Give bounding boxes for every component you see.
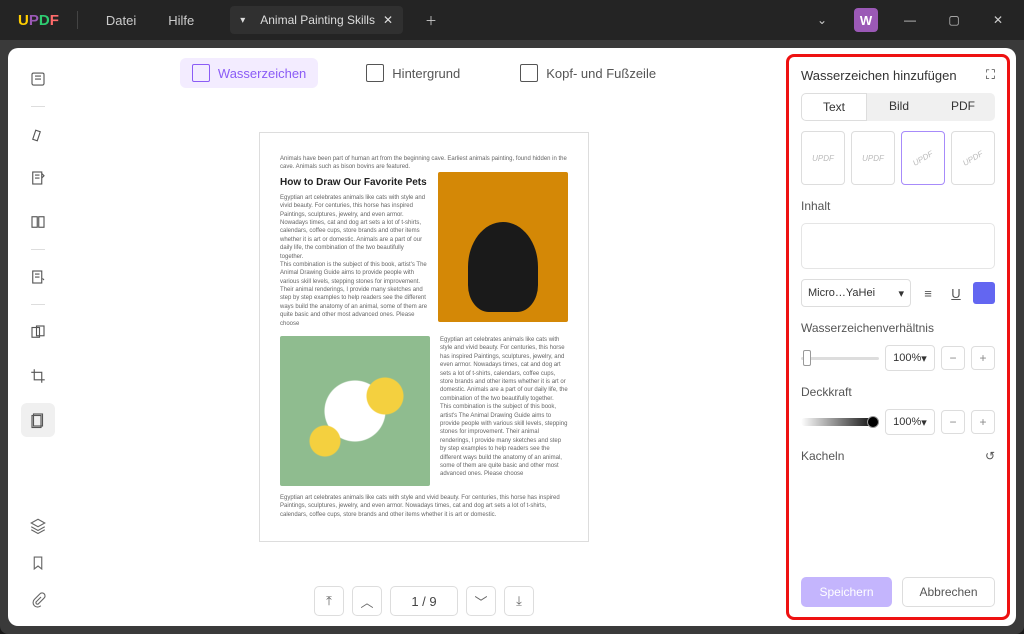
sidebar-watermark-icon[interactable] [21,403,55,437]
sidebar-organize-icon[interactable] [21,315,55,349]
align-button[interactable]: ≡ [917,282,939,304]
tab-dropdown-icon[interactable]: ▾ [240,15,252,26]
content-label: Inhalt [801,199,995,213]
window-minimize[interactable]: — [890,5,930,35]
preset-3[interactable]: UPDF [901,131,945,185]
opacity-decrease[interactable]: − [941,410,965,434]
tab-pdf[interactable]: PDF [931,93,995,121]
sidebar-form-icon[interactable] [21,260,55,294]
watermark-presets: UPDF UPDF UPDF UPDF [801,131,995,185]
preset-2[interactable]: UPDF [851,131,895,185]
chevron-down-icon[interactable]: ⌄ [802,5,842,35]
page-prev[interactable]: ︿ [352,586,382,616]
tool-header-footer[interactable]: Kopf- und Fußzeile [508,58,668,88]
underline-button[interactable]: U [945,282,967,304]
watermark-text-input[interactable] [801,223,995,269]
save-button[interactable]: Speichern [801,577,892,607]
tile-reset-icon[interactable]: ↺ [985,449,995,463]
opacity-slider[interactable] [801,418,879,426]
sidebar [8,48,68,626]
text-color-button[interactable] [973,282,995,304]
tab-title: Animal Painting Skills [260,13,375,27]
opacity-value[interactable]: 100% ▾ [885,409,935,435]
sidebar-highlight-icon[interactable] [21,117,55,151]
ratio-decrease[interactable]: − [941,346,965,370]
tool-background[interactable]: Hintergrund [354,58,472,88]
sidebar-edit-icon[interactable] [21,161,55,195]
font-select[interactable]: Micro…YaHei▾ [801,279,911,307]
page-next[interactable]: ﹀ [466,586,496,616]
page-last[interactable]: ⤓ [504,586,534,616]
page-image-flowers [280,336,430,486]
window-maximize[interactable]: ▢ [934,5,974,35]
page-navigator: ⤒ ︿ 1 / 9 ﹀ ⤓ [68,576,780,626]
preset-1[interactable]: UPDF [801,131,845,185]
app-logo: UPDF [0,12,77,29]
document-tab[interactable]: ▾ Animal Painting Skills ✕ [230,6,403,34]
menu-help[interactable]: Hilfe [152,13,210,28]
tool-watermark[interactable]: Wasserzeichen [180,58,318,88]
header-footer-icon [520,64,538,82]
opacity-increase[interactable]: + [971,410,995,434]
layers-icon[interactable] [29,517,47,540]
page-first[interactable]: ⤒ [314,586,344,616]
watermark-panel: Wasserzeichen hinzufügen ⛶ Text Bild PDF… [786,54,1010,620]
ratio-label: Wasserzeichenverhältnis [801,321,995,335]
tile-label: Kacheln [801,449,844,463]
page-heading: How to Draw Our Favorite Pets [280,176,428,190]
tab-close-icon[interactable]: ✕ [383,13,393,27]
preset-4[interactable]: UPDF [951,131,995,185]
document-page: Animals have been part of human art from… [259,132,589,542]
attachment-icon[interactable] [29,591,47,614]
menu-file[interactable]: Datei [90,13,152,28]
ratio-slider[interactable] [801,357,879,360]
page-number-input[interactable]: 1 / 9 [390,586,458,616]
sidebar-crop-icon[interactable] [21,359,55,393]
panel-title: Wasserzeichen hinzufügen [801,68,957,83]
opacity-label: Deckkraft [801,385,995,399]
background-icon [366,64,384,82]
sidebar-reader-icon[interactable] [21,62,55,96]
cancel-button[interactable]: Abbrechen [902,577,995,607]
bookmark-icon[interactable] [29,554,47,577]
watermark-type-tabs: Text Bild PDF [801,93,995,121]
window-close[interactable]: ✕ [978,5,1018,35]
ratio-increase[interactable]: + [971,346,995,370]
new-tab-button[interactable]: ＋ [411,5,451,35]
ratio-value[interactable]: 100% ▾ [885,345,935,371]
sidebar-pages-icon[interactable] [21,205,55,239]
tab-text[interactable]: Text [801,93,867,121]
user-avatar[interactable]: W [854,8,878,32]
page-tools-toolbar: Wasserzeichen Hintergrund Kopf- und Fußz… [68,48,780,98]
panel-expand-icon[interactable]: ⛶ [986,67,995,83]
document-canvas: Animals have been part of human art from… [68,98,780,576]
tab-image[interactable]: Bild [867,93,931,121]
page-image-pug [438,172,568,322]
watermark-icon [192,64,210,82]
